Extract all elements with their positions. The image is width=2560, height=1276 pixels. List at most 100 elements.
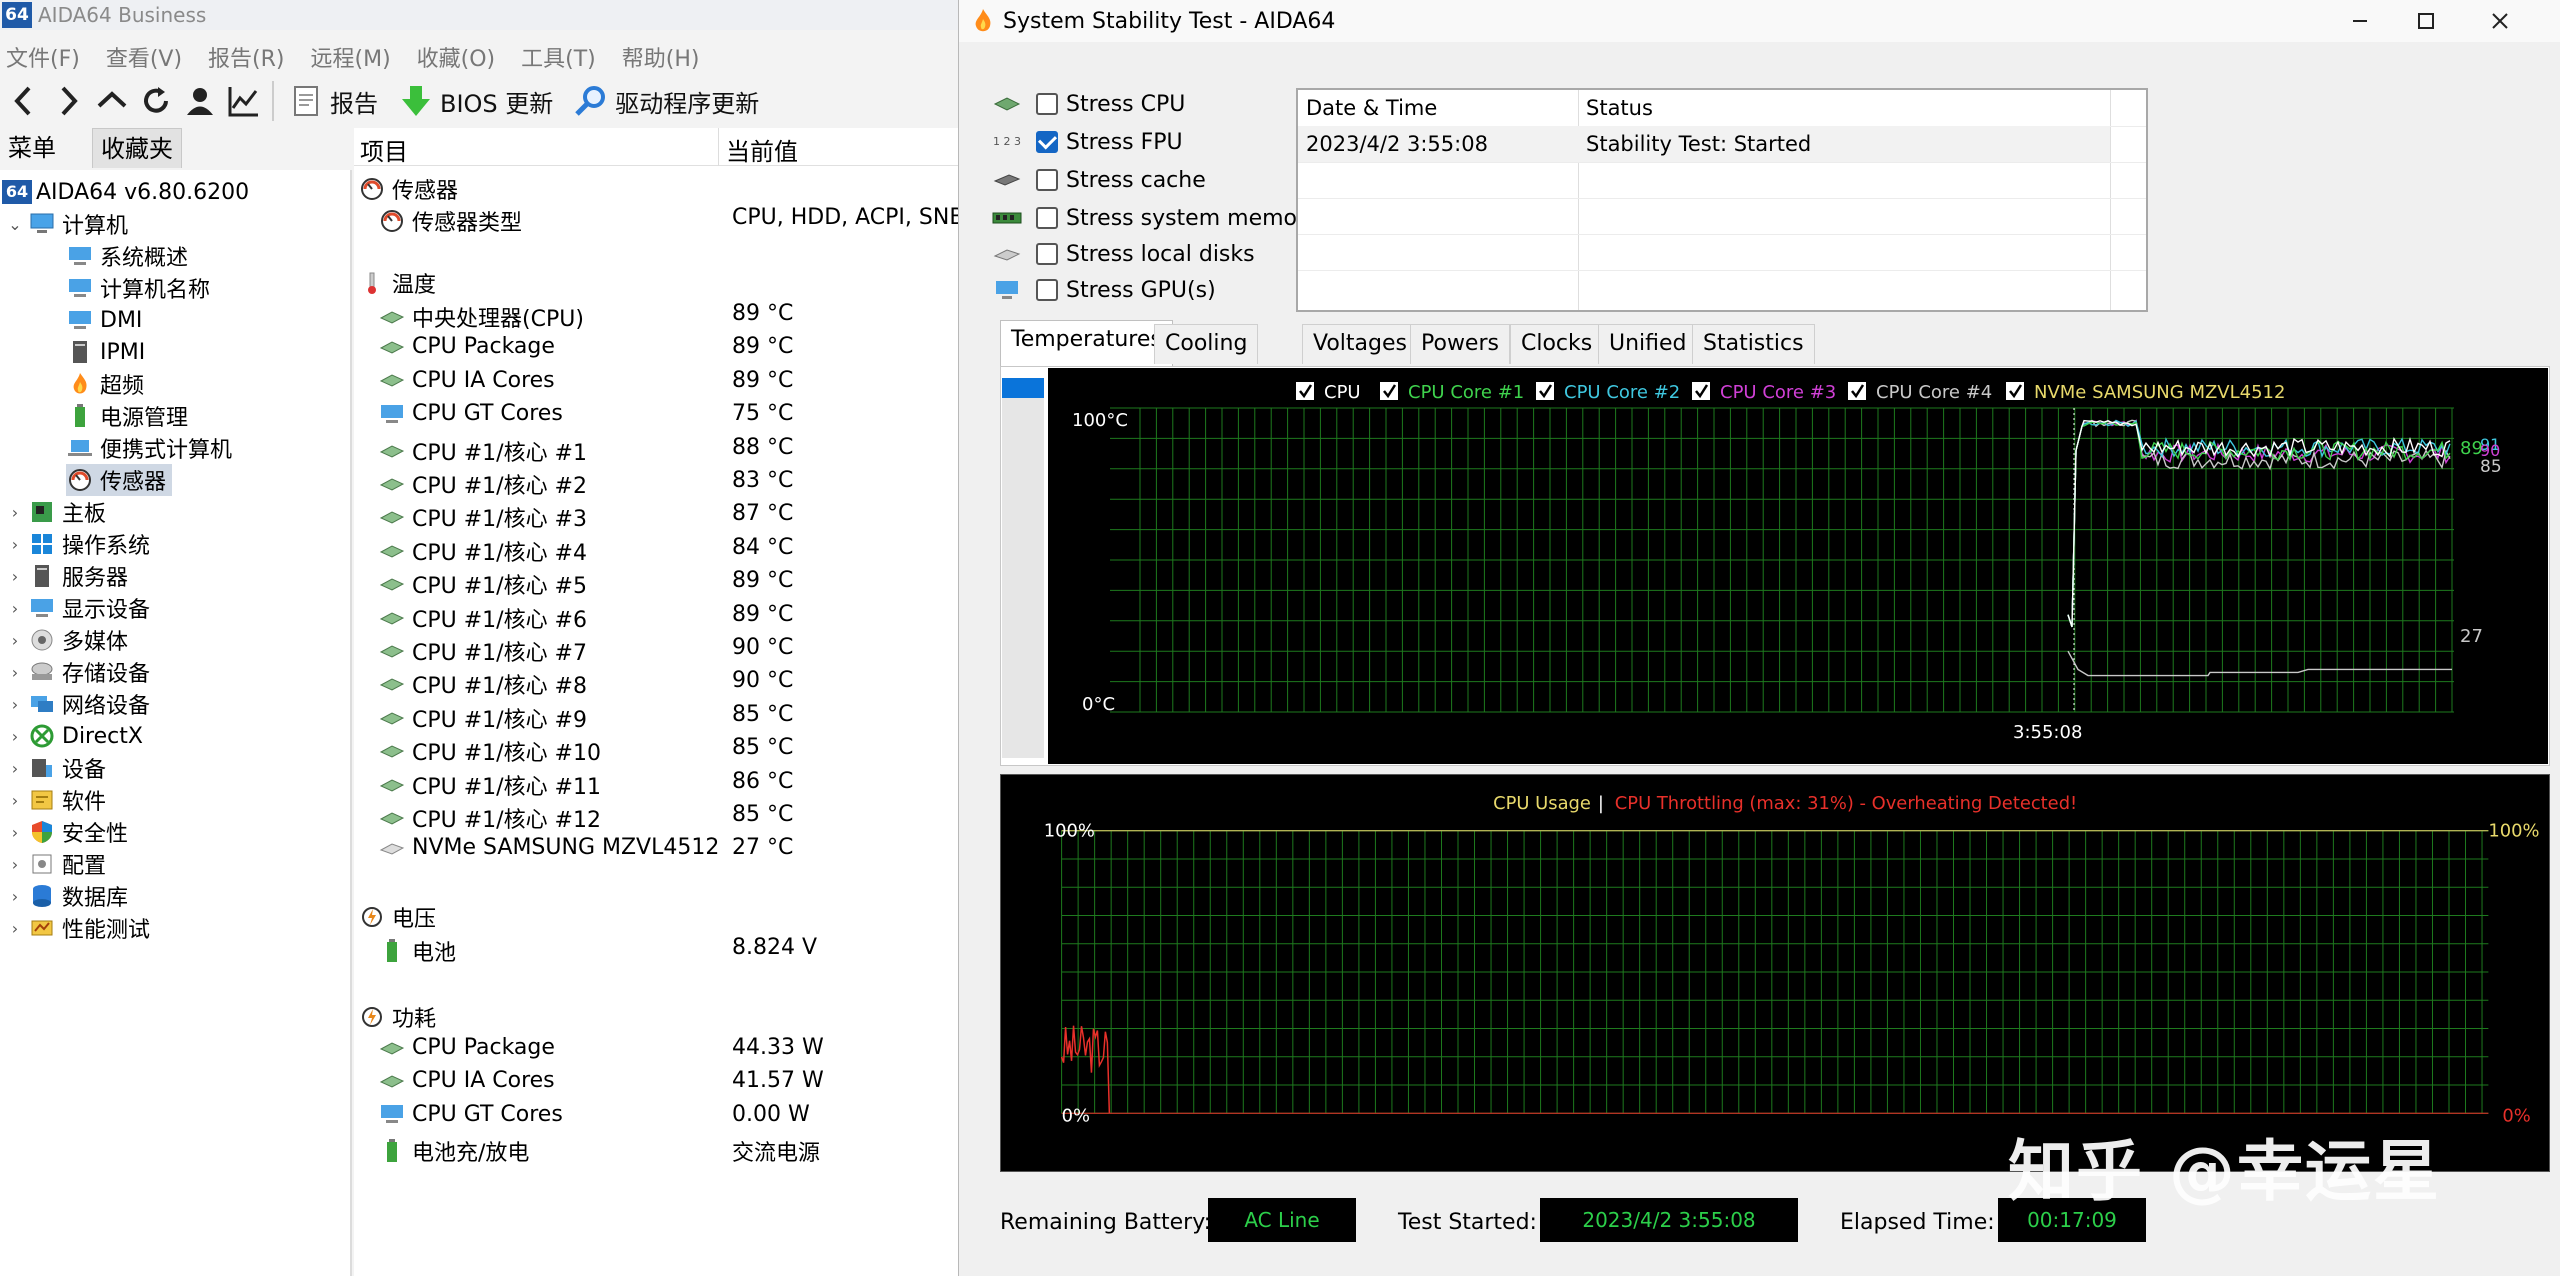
list-item[interactable]: CPU #1/核心 #5 89 °C [354,565,958,599]
chevron-right-icon[interactable]: › [6,503,24,522]
tree-item-config[interactable]: › 配置 [6,848,106,880]
tab-cooling-fans[interactable]: Cooling Fans [1154,324,1259,394]
chevron-down-icon[interactable]: ⌄ [6,215,24,234]
close-button[interactable] [2467,0,2533,42]
chevron-right-icon[interactable]: › [6,535,24,554]
tab-temperatures[interactable]: Temperatures [1000,320,1173,366]
legend-checkbox[interactable] [1380,382,1398,400]
tree-item-overclock[interactable]: 超频 [66,368,144,400]
chart-icon[interactable] [224,81,264,121]
minimize-button[interactable] [2327,0,2393,42]
tree-item-computer[interactable]: ⌄ 计算机 [6,208,128,240]
legend-checkbox[interactable] [1848,382,1866,400]
legend-checkbox[interactable] [1536,382,1554,400]
list-item[interactable]: CPU #1/核心 #9 85 °C [354,699,958,733]
magnifier-icon[interactable] [571,81,611,121]
stress-gpu-checkbox[interactable] [1036,279,1058,301]
up-icon[interactable] [92,81,132,121]
stress-memory-checkbox[interactable] [1036,207,1058,229]
list-item[interactable]: 电池 8.824 V [354,932,958,966]
tree-item-os[interactable]: › 操作系统 [6,528,150,560]
group-sensors[interactable]: 传感器 [354,170,958,204]
legend-item[interactable]: CPU Core #4 [1848,382,1992,403]
stress-gpu-option[interactable]: Stress GPU(s) [992,272,1216,308]
maximize-button[interactable] [2393,0,2459,42]
tree-item-storage[interactable]: › 存储设备 [6,656,150,688]
chevron-right-icon[interactable]: › [6,855,24,874]
user-icon[interactable] [180,81,220,121]
list-item[interactable]: CPU #1/核心 #2 83 °C [354,465,958,499]
tree-item-ipmi[interactable]: IPMI [66,336,145,368]
tree-item-server[interactable]: › 服务器 [6,560,128,592]
legend-checkbox[interactable] [2006,382,2024,400]
tab-favorites[interactable]: 收藏夹 [92,128,182,168]
chevron-right-icon[interactable]: › [6,887,24,906]
list-item[interactable]: CPU Package 44.33 W [354,1032,958,1064]
menu-help[interactable]: 帮助(H) [622,41,700,73]
stress-disks-option[interactable]: Stress local disks [992,236,1255,272]
list-item[interactable]: 传感器类型 CPU, HDD, ACPI, SNB [354,202,958,236]
tree-item-benchmark[interactable]: › 性能测试 [6,912,150,944]
tree-item-display[interactable]: › 显示设备 [6,592,150,624]
menu-view[interactable]: 查看(V) [106,41,182,73]
tree-item-root[interactable]: 64 AIDA64 v6.80.6200 [0,176,249,208]
legend-checkbox[interactable] [1692,382,1710,400]
group-temperatures[interactable]: 温度 [354,264,958,298]
chevron-right-icon[interactable]: › [6,695,24,714]
chevron-right-icon[interactable]: › [6,727,24,746]
tree-item-laptop[interactable]: 便携式计算机 [66,432,232,464]
list-item[interactable]: NVMe SAMSUNG MZVL4512 27 °C [354,832,958,864]
list-item[interactable]: CPU #1/核心 #6 89 °C [354,599,958,633]
sensor-scroll-strip[interactable] [1002,378,1044,758]
list-item[interactable]: CPU IA Cores 89 °C [354,365,958,397]
download-arrow-icon[interactable] [396,81,436,121]
chevron-right-icon[interactable]: › [6,919,24,938]
menu-report[interactable]: 报告(R) [208,41,284,73]
list-item[interactable]: CPU #1/核心 #4 84 °C [354,532,958,566]
chevron-right-icon[interactable]: › [6,759,24,778]
menu-tools[interactable]: 工具(T) [521,41,596,73]
chevron-right-icon[interactable]: › [6,823,24,842]
tab-menu[interactable]: 菜单 [0,128,64,168]
bios-update-button[interactable]: BIOS 更新 [440,84,553,119]
column-header-item[interactable]: 项目 [360,132,408,167]
group-power[interactable]: 功耗 [354,998,958,1032]
list-item[interactable]: CPU GT Cores 75 °C [354,398,958,430]
table-row[interactable]: 2023/4/2 3:55:08 Stability Test: Started [1298,126,2110,162]
column-header-status[interactable]: Status [1578,90,2110,126]
tree-item-sensors[interactable]: 传感器 [66,464,173,496]
column-divider[interactable] [718,128,719,166]
chevron-right-icon[interactable]: › [6,791,24,810]
legend-item[interactable]: CPU Core #1 [1380,382,1524,403]
list-item[interactable]: CPU IA Cores 41.57 W [354,1065,958,1097]
refresh-icon[interactable] [136,81,176,121]
group-voltage[interactable]: 电压 [354,898,958,932]
tree-item-computer-name[interactable]: 计算机名称 [66,272,210,304]
stress-cache-checkbox[interactable] [1036,169,1058,191]
stress-fpu-checkbox[interactable] [1036,131,1058,153]
stress-cache-option[interactable]: Stress cache [992,162,1206,198]
stress-cpu-checkbox[interactable] [1036,93,1058,115]
tab-statistics[interactable]: Statistics [1692,324,1815,364]
list-item[interactable]: CPU #1/核心 #10 85 °C [354,732,958,766]
list-item[interactable]: CPU #1/核心 #1 88 °C [354,432,958,466]
report-button[interactable]: 报告 [330,84,378,119]
tree-item-security[interactable]: › 安全性 [6,816,128,848]
scroll-thumb[interactable] [1002,378,1044,398]
tree-item-network[interactable]: › 网络设备 [6,688,150,720]
tab-unified[interactable]: Unified [1598,324,1698,364]
menu-remote[interactable]: 远程(M) [311,41,391,73]
list-item[interactable]: CPU #1/核心 #11 86 °C [354,766,958,800]
list-item[interactable]: CPU #1/核心 #3 87 °C [354,498,958,532]
tree-item-directx[interactable]: › DirectX [6,720,143,752]
list-item[interactable]: 电池充/放电 交流电源 [354,1132,958,1166]
list-item[interactable]: CPU #1/核心 #12 85 °C [354,799,958,833]
tab-clocks[interactable]: Clocks [1510,324,1604,364]
tree-item-motherboard[interactable]: › 主板 [6,496,106,528]
list-item[interactable]: CPU Package 89 °C [354,331,958,363]
tab-voltages[interactable]: Voltages [1302,324,1418,364]
tab-powers[interactable]: Powers [1410,324,1510,364]
tree-item-dmi[interactable]: DMI [66,304,142,336]
stress-disks-checkbox[interactable] [1036,243,1058,265]
chevron-right-icon[interactable]: › [6,663,24,682]
